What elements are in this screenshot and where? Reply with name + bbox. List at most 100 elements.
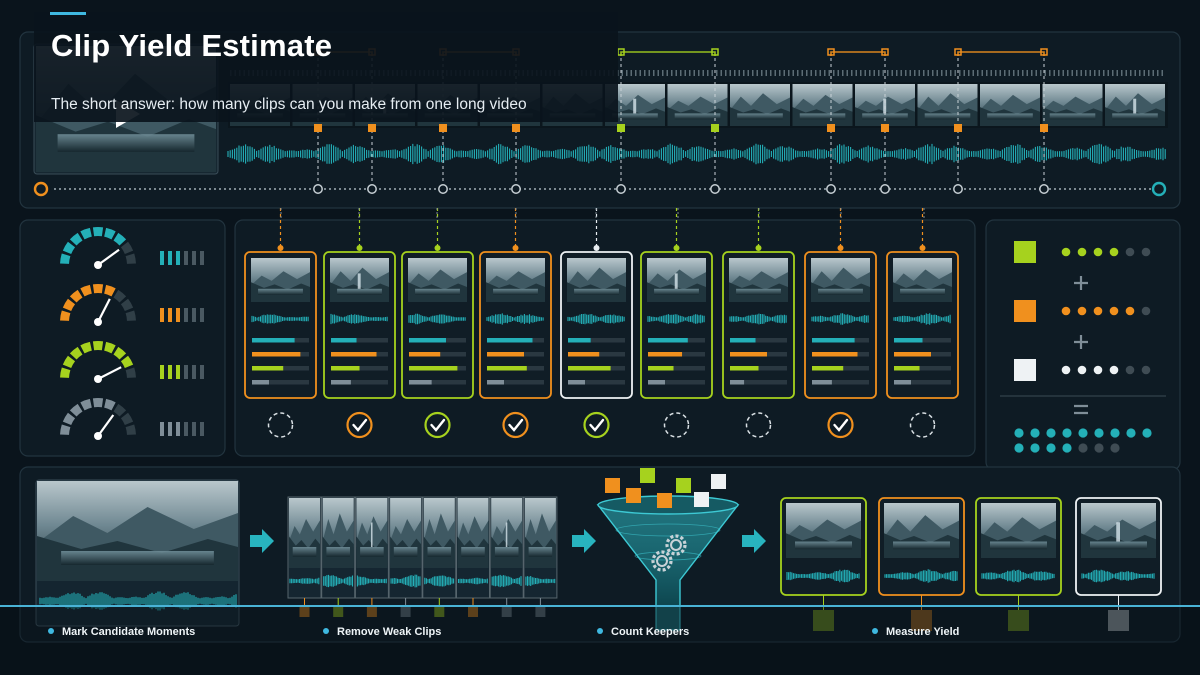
scrubber-dot [259, 188, 261, 190]
scrubber-dot [224, 188, 226, 190]
sprocket-tick [1139, 70, 1141, 76]
lake [494, 547, 519, 557]
scrubber-dot [499, 188, 501, 190]
metric-bar-track [919, 366, 951, 371]
marker-node [438, 184, 448, 194]
gauge-segment [92, 398, 104, 408]
landscape-image [980, 84, 1040, 126]
metric-bar [568, 352, 600, 357]
scrubber-dot [839, 188, 841, 190]
scrubber-dot [279, 188, 281, 190]
sprocket-tick [1040, 70, 1042, 76]
lake [292, 547, 317, 557]
gauge-hub [94, 432, 102, 440]
metric-bar-track [359, 366, 388, 371]
sprocket-tick [1161, 70, 1163, 76]
scrubber-dot [1074, 188, 1076, 190]
level-bar [200, 251, 204, 265]
scrubber-dot [144, 188, 146, 190]
scrubber-dot [949, 188, 951, 190]
gauge-hub [94, 261, 102, 269]
sprocket-tick [702, 70, 704, 76]
scrubber-dot [814, 188, 816, 190]
landscape-image [1105, 84, 1165, 126]
scrubber-dot [59, 188, 61, 190]
metric-bar [812, 366, 844, 371]
sprocket-tick [707, 70, 709, 76]
tally-dot [1125, 365, 1135, 375]
scrubber-dot [754, 188, 756, 190]
metric-bar-track [682, 352, 705, 357]
scrubber-dot [1079, 188, 1081, 190]
scrubber-dot [234, 188, 236, 190]
scrubber-dot [784, 188, 786, 190]
scrubber-dot [164, 188, 166, 190]
scrubber-dot [874, 188, 876, 190]
level-bar [168, 251, 172, 265]
level-bar [176, 365, 180, 379]
scrubber-dot [779, 188, 781, 190]
total-dot [1126, 428, 1136, 438]
scrubber-dot [399, 188, 401, 190]
scrubber-dot [1054, 188, 1056, 190]
scrubber-dot [469, 188, 471, 190]
sprocket-tick [720, 70, 722, 76]
sprocket-tick [923, 70, 925, 76]
step-label: Measure Yield [886, 626, 960, 638]
scrubber-dot [1094, 188, 1096, 190]
scrubber-dot [729, 188, 731, 190]
gauge-segment [92, 227, 104, 237]
sprocket-tick [869, 70, 871, 76]
landscape-image [567, 258, 626, 302]
sprocket-tick [630, 70, 632, 76]
lake [61, 551, 214, 565]
metric-bar [252, 338, 295, 343]
sprocket-tick [1031, 70, 1033, 76]
bullet-icon [597, 628, 603, 635]
level-bar [160, 422, 164, 436]
scrubber-dot [969, 188, 971, 190]
scrubber-dot [1014, 188, 1016, 190]
scrubber-dot [204, 188, 206, 190]
bullet-icon [872, 628, 878, 635]
scrubber-dot [454, 188, 456, 190]
sprocket-tick [833, 70, 835, 76]
metric-bar-track [744, 380, 787, 385]
tally-dot [1141, 306, 1151, 316]
connector-dot [755, 245, 762, 251]
scrubber-dot [179, 188, 181, 190]
sprocket-tick [864, 70, 866, 76]
scrubber-dot [504, 188, 506, 190]
marker-node [710, 184, 720, 194]
cube-icon [711, 474, 726, 489]
metric-bar-track [665, 380, 705, 385]
scrubber-dot [899, 188, 901, 190]
scrubber-dot [854, 188, 856, 190]
scrubber-dot [174, 188, 176, 190]
lake [393, 547, 418, 557]
sprocket-tick [689, 70, 691, 76]
metric-bar-track [755, 338, 787, 343]
scrubber-dot [1114, 188, 1116, 190]
scrubber-dot [689, 188, 691, 190]
scrubber-dot [904, 188, 906, 190]
scrubber-dot [629, 188, 631, 190]
scrubber-dot [269, 188, 271, 190]
metric-bar [894, 338, 923, 343]
sprocket-tick [734, 70, 736, 76]
level-bar [184, 422, 188, 436]
sprocket-tick [747, 70, 749, 76]
step-label: Mark Candidate Moments [62, 626, 196, 638]
tally-dot [1077, 365, 1087, 375]
scrubber-dot [869, 188, 871, 190]
scrubber-dot [844, 188, 846, 190]
metric-bar-track [350, 380, 388, 385]
scrubber-dot [184, 188, 186, 190]
scrubber-dot [434, 188, 436, 190]
sprocket-tick [1035, 70, 1037, 76]
marker-square [512, 124, 520, 132]
scrubber-dot [919, 188, 921, 190]
sprocket-tick [738, 70, 740, 76]
title-block: Clip Yield Estimate The short answer: ho… [34, 12, 618, 122]
total-dot [1014, 428, 1024, 438]
